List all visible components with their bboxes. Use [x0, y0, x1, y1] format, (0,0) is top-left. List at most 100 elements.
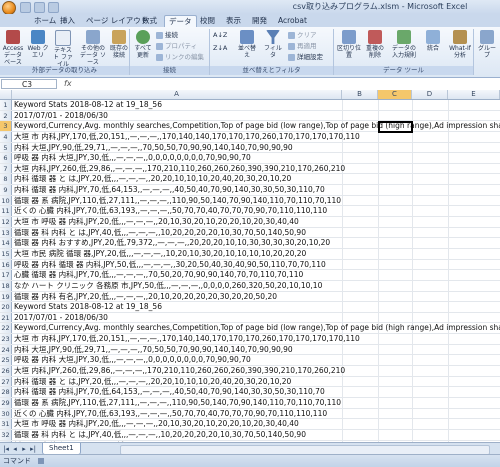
select-all-corner[interactable]: [0, 90, 12, 99]
cell-a[interactable]: 循環 器 系 病院,JPY,110,低,27,111,,—,—,—,,110,9…: [14, 196, 341, 206]
row-header[interactable]: 5: [0, 142, 12, 153]
cell-a[interactable]: Keyword Stats 2018-08-12 at 19_18_56: [14, 302, 162, 312]
refresh-all-button[interactable]: すべて 更新: [132, 30, 154, 59]
next-sheet-arrow-icon[interactable]: ▸: [20, 445, 28, 453]
cell-a[interactable]: 心臓 循環 器 内科,JPY,70,低,,,—,—,—,,70,50,20,70…: [14, 270, 303, 280]
consolidate-button[interactable]: 統合: [422, 30, 444, 52]
cell-a[interactable]: 内科 大垣,JPY,90,低,29,71,,—,—,—,,70,50,50,70…: [14, 143, 293, 153]
cell-a[interactable]: 2017/07/01 - 2018/06/30: [14, 313, 108, 323]
row-header[interactable]: 3: [0, 121, 12, 131]
row-header[interactable]: 2: [0, 110, 12, 121]
row-header[interactable]: 20: [0, 302, 12, 312]
row-header[interactable]: 28: [0, 387, 12, 397]
what-if-button[interactable]: What-If 分析: [447, 30, 473, 59]
data-validation-button[interactable]: データの 入力規則: [390, 30, 418, 59]
cell-a[interactable]: 循環 器 内科 有名,JPY,20,低,,,—,—,—,,20,10,20,20…: [14, 292, 277, 302]
first-sheet-arrow-icon[interactable]: |◂: [2, 445, 10, 453]
cell-a[interactable]: Keyword,Currency,Avg. monthly searches,C…: [14, 121, 500, 131]
tab-insert[interactable]: 挿入: [56, 15, 79, 27]
row-header[interactable]: 27: [0, 376, 12, 387]
sort-button[interactable]: 並べ替え: [236, 30, 258, 59]
cell-a[interactable]: 循環 器 系 病院,JPY,110,低,27,111,,—,—,—,,110,9…: [14, 398, 341, 408]
advanced-button[interactable]: 詳細設定: [288, 52, 323, 62]
cell-a[interactable]: 大垣 市 内科,JPY,170,低,20,151,,—,—,—,,170,140…: [14, 334, 360, 344]
tab-view[interactable]: 表示: [222, 15, 245, 27]
cell-a[interactable]: 呼吸 器 内科 大垣,JPY,30,低,,,—,—,—,,0,0,0,0,0,0…: [14, 153, 251, 163]
tab-review[interactable]: 校閲: [196, 15, 219, 27]
column-header-d[interactable]: D: [412, 90, 448, 99]
column-header-c[interactable]: C: [378, 90, 412, 99]
column-header-a[interactable]: A: [12, 90, 342, 99]
cell-a[interactable]: Keyword Stats 2018-08-12 at 19_18_56: [14, 100, 162, 110]
row-header[interactable]: 21: [0, 312, 12, 323]
row-header[interactable]: 32: [0, 429, 12, 440]
row-header[interactable]: 12: [0, 217, 12, 227]
tab-formulas[interactable]: 数式: [138, 15, 161, 27]
cell-a[interactable]: なか ハート クリニック 各務原 市,JPY,50,低,,,—,—,—,,0,0…: [14, 281, 322, 291]
cell-a[interactable]: 近くの 心臓 内科,JPY,70,低,63,193,,—,—,—,,50,70,…: [14, 409, 327, 419]
column-header-e[interactable]: E: [448, 90, 500, 99]
row-header[interactable]: 15: [0, 248, 12, 259]
cell-a[interactable]: Keyword,Currency,Avg. monthly searches,C…: [14, 323, 500, 333]
row-header[interactable]: 19: [0, 291, 12, 302]
text-to-columns-button[interactable]: 区切り位置: [336, 30, 362, 59]
row-header[interactable]: 7: [0, 163, 12, 174]
other-sources-button[interactable]: その他の データ ソース: [80, 30, 106, 66]
row-header[interactable]: 13: [0, 227, 12, 238]
reapply-button[interactable]: 再適用: [288, 41, 317, 51]
cell-a[interactable]: 大垣 市 呼吸 器 内科,JPY,20,低,,,—,—,—,,20,10,30,…: [14, 419, 299, 429]
row-header[interactable]: 1: [0, 100, 12, 110]
row-header[interactable]: 29: [0, 397, 12, 408]
cell-a[interactable]: 大垣 市 呼吸 器 内科,JPY,20,低,,,—,—,—,,20,10,30,…: [14, 217, 299, 227]
existing-connections-button[interactable]: 既存の 接続: [108, 30, 130, 59]
connections-button[interactable]: 接続: [156, 30, 178, 40]
cell-a[interactable]: 循環 器 内科 おすすめ,JPY,20,低,79,372,,—,—,—,,20,…: [14, 238, 330, 248]
cell-a[interactable]: 大垣 市民 病院 循環 器,JPY,20,低,,,—,—,—,,10,20,10…: [14, 249, 306, 259]
row-header[interactable]: 24: [0, 344, 12, 355]
cell-a[interactable]: 循環 器 科 内科 と は,JPY,40,低,,,—,—,—,,10,20,20…: [14, 430, 306, 440]
cell-a[interactable]: 循環 器 科 内科 と は,JPY,40,低,,,—,—,—,,10,20,20…: [14, 228, 306, 238]
row-header[interactable]: 14: [0, 238, 12, 248]
filter-button[interactable]: フィルタ: [262, 30, 284, 59]
row-header[interactable]: 4: [0, 131, 12, 142]
row-header[interactable]: 30: [0, 408, 12, 419]
row-header[interactable]: 9: [0, 185, 12, 195]
row-header[interactable]: 31: [0, 419, 12, 429]
row-header[interactable]: 23: [0, 334, 12, 344]
group-button[interactable]: グループ: [476, 30, 498, 59]
cell-a[interactable]: 内科 循環 器 と は,JPY,20,低,,,—,—,—,,20,20,10,1…: [14, 174, 291, 184]
row-header[interactable]: 10: [0, 195, 12, 206]
row-header[interactable]: 22: [0, 323, 12, 334]
edit-links-button[interactable]: リンクの編集: [156, 52, 204, 62]
web-query-button[interactable]: Web クエリ: [27, 30, 49, 59]
name-box[interactable]: C3: [1, 79, 57, 89]
cell-a[interactable]: 大垣 内科,JPY,260,低,29,86,,—,—,—,,170,210,11…: [14, 366, 345, 376]
cell-a[interactable]: 2017/07/01 - 2018/06/30: [14, 111, 108, 121]
cell-a[interactable]: 大垣 市 内科,JPY,170,低,20,151,,—,—,—,,170,140…: [14, 132, 360, 142]
properties-button[interactable]: プロパティ: [156, 41, 197, 51]
tab-acrobat[interactable]: Acrobat: [274, 15, 311, 27]
cell-a[interactable]: 近くの 心臓 内科,JPY,70,低,63,193,,—,—,—,,50,70,…: [14, 206, 327, 216]
sort-descending-button[interactable]: Z↓A: [213, 43, 227, 53]
cell-a[interactable]: 内科 循環 器 内科,JPY,70,低,64,153,,—,—,—,,40,50…: [14, 185, 325, 195]
cell-a[interactable]: 内科 大垣,JPY,90,低,29,71,,—,—,—,,70,50,50,70…: [14, 345, 293, 355]
row-header[interactable]: 25: [0, 355, 12, 366]
remove-duplicates-button[interactable]: 重複の 削除: [364, 30, 386, 59]
row-header[interactable]: 8: [0, 174, 12, 185]
macro-record-icon[interactable]: [38, 458, 44, 464]
cell-a[interactable]: 内科 循環 器 と は,JPY,20,低,,,—,—,—,,20,20,10,1…: [14, 377, 291, 387]
clear-button[interactable]: クリア: [288, 30, 317, 40]
row-header[interactable]: 11: [0, 206, 12, 217]
text-file-button[interactable]: テキスト ファイル: [52, 30, 74, 68]
row-header[interactable]: 16: [0, 259, 12, 270]
worksheet[interactable]: A B C D E 1 Keyword Stats 2018-08-12 at 1…: [0, 90, 500, 442]
row-header[interactable]: 6: [0, 153, 12, 163]
tab-developer[interactable]: 開発: [248, 15, 271, 27]
row-header[interactable]: 18: [0, 280, 12, 291]
access-button[interactable]: Access データベース: [2, 30, 24, 66]
column-header-b[interactable]: B: [342, 90, 378, 99]
cell-a[interactable]: 内科 循環 器 内科,JPY,70,低,64,153,,—,—,—,,40,50…: [14, 387, 325, 397]
prev-sheet-arrow-icon[interactable]: ◂: [11, 445, 19, 453]
selected-cell-c3[interactable]: [378, 121, 413, 133]
sort-ascending-button[interactable]: A↓Z: [213, 30, 227, 40]
